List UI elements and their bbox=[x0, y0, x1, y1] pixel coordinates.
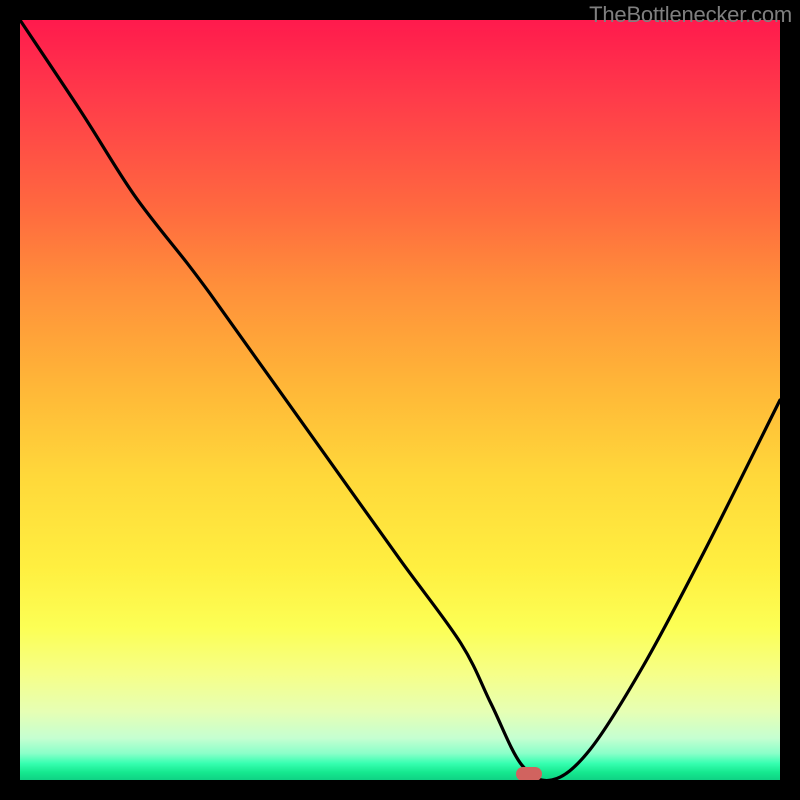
chart-frame: TheBottlenecker.com bbox=[0, 0, 800, 800]
background-gradient bbox=[20, 20, 780, 780]
plot-area bbox=[20, 20, 780, 780]
watermark-text: TheBottlenecker.com bbox=[589, 2, 792, 28]
optimal-marker bbox=[516, 767, 542, 780]
